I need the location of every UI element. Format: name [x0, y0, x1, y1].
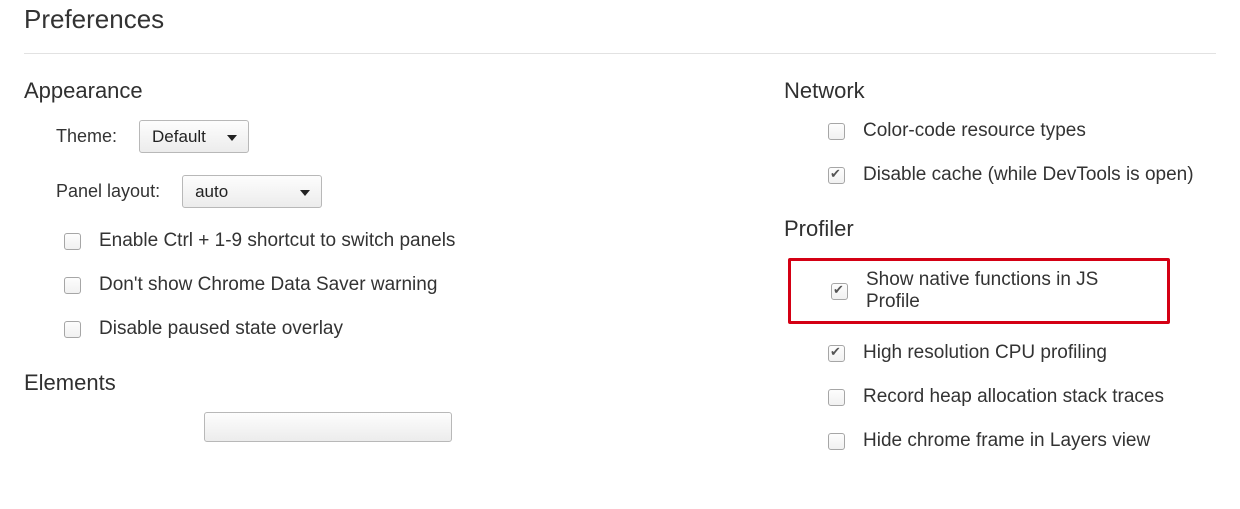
- row-colorcode: Color-code resource types: [784, 120, 1216, 142]
- preferences-page: Preferences Appearance Theme: Default Pa…: [0, 0, 1240, 482]
- row-datasaver: Don't show Chrome Data Saver warning: [24, 274, 784, 296]
- row-shortcut: Enable Ctrl + 1-9 shortcut to switch pan…: [24, 230, 784, 252]
- highlight-native-functions: Show native functions in JS Profile: [788, 258, 1170, 324]
- checkbox-disablecache[interactable]: [828, 167, 845, 184]
- section-elements: Elements: [24, 370, 784, 442]
- checkbox-native[interactable]: [831, 283, 848, 300]
- layout-select-wrap: auto: [182, 175, 322, 208]
- column-left: Appearance Theme: Default Panel layout: …: [24, 78, 784, 482]
- checkbox-colorcode[interactable]: [828, 123, 845, 140]
- label-colorcode: Color-code resource types: [863, 120, 1086, 142]
- row-highres: High resolution CPU profiling: [784, 342, 1216, 364]
- label-heap: Record heap allocation stack traces: [863, 386, 1164, 408]
- checkbox-shortcut[interactable]: [64, 233, 81, 250]
- theme-label: Theme:: [56, 125, 117, 148]
- label-hidechrome: Hide chrome frame in Layers view: [863, 430, 1150, 452]
- label-native: Show native functions in JS Profile: [866, 269, 1149, 313]
- section-profiler: Profiler Show native functions in JS Pro…: [784, 216, 1216, 452]
- columns: Appearance Theme: Default Panel layout: …: [24, 78, 1216, 482]
- label-datasaver: Don't show Chrome Data Saver warning: [99, 274, 437, 296]
- column-right: Network Color-code resource types Disabl…: [784, 78, 1216, 482]
- row-heap: Record heap allocation stack traces: [784, 386, 1216, 408]
- row-disablecache: Disable cache (while DevTools is open): [784, 164, 1216, 186]
- layout-select[interactable]: auto: [182, 175, 322, 208]
- label-highres: High resolution CPU profiling: [863, 342, 1107, 364]
- checkbox-hidechrome[interactable]: [828, 433, 845, 450]
- layout-label: Panel layout:: [56, 180, 160, 203]
- divider: [24, 53, 1216, 54]
- section-title-profiler: Profiler: [784, 216, 1216, 242]
- section-network: Network Color-code resource types Disabl…: [784, 78, 1216, 186]
- label-shortcut: Enable Ctrl + 1-9 shortcut to switch pan…: [99, 230, 455, 252]
- section-title-network: Network: [784, 78, 1216, 104]
- row-layout: Panel layout: auto: [24, 175, 784, 208]
- label-paused: Disable paused state overlay: [99, 318, 343, 340]
- section-title-appearance: Appearance: [24, 78, 784, 104]
- row-hidechrome: Hide chrome frame in Layers view: [784, 430, 1216, 452]
- theme-select-wrap: Default: [139, 120, 249, 153]
- row-paused: Disable paused state overlay: [24, 318, 784, 340]
- checkbox-paused[interactable]: [64, 321, 81, 338]
- label-disablecache: Disable cache (while DevTools is open): [863, 164, 1194, 186]
- elements-select-placeholder[interactable]: [204, 412, 452, 442]
- checkbox-datasaver[interactable]: [64, 277, 81, 294]
- theme-select[interactable]: Default: [139, 120, 249, 153]
- page-title: Preferences: [24, 4, 1216, 35]
- section-appearance: Appearance Theme: Default Panel layout: …: [24, 78, 784, 340]
- section-title-elements: Elements: [24, 370, 784, 396]
- row-theme: Theme: Default: [24, 120, 784, 153]
- checkbox-highres[interactable]: [828, 345, 845, 362]
- checkbox-heap[interactable]: [828, 389, 845, 406]
